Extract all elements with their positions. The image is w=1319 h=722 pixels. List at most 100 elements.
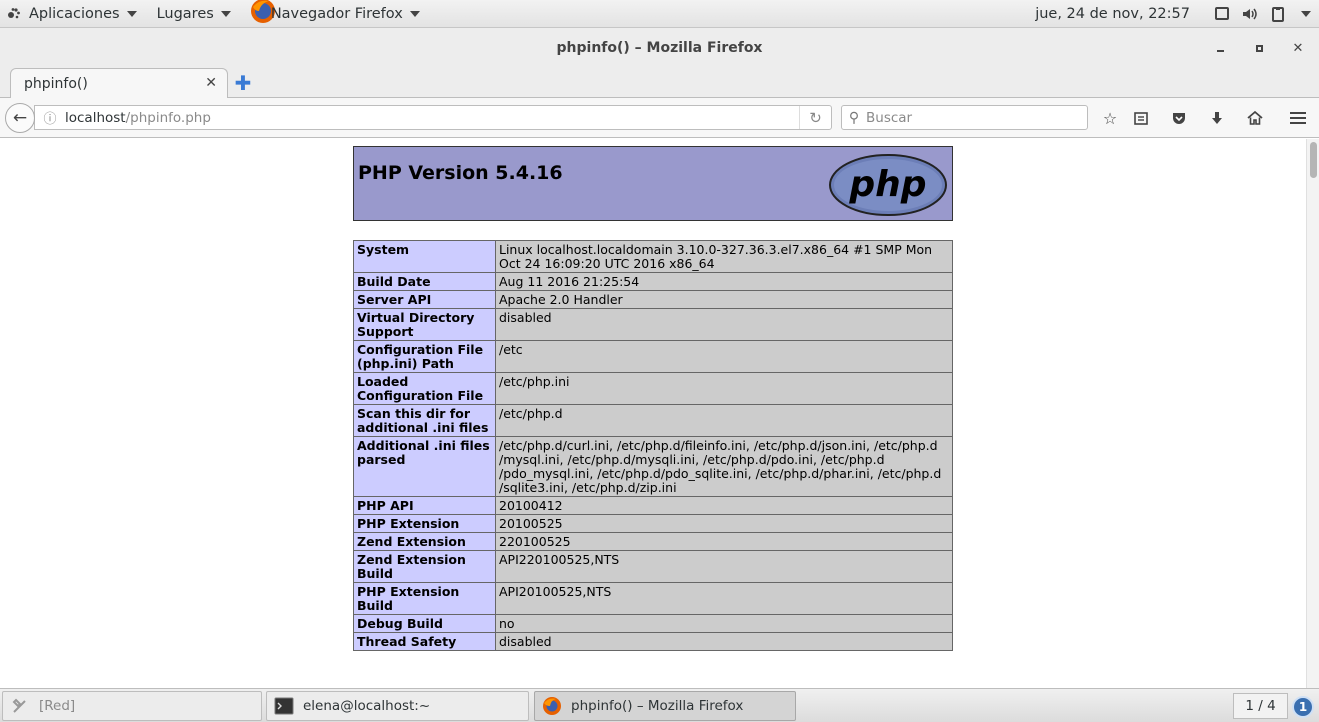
info-key: System — [353, 240, 496, 273]
system-menu-chevron-icon[interactable] — [1301, 11, 1311, 17]
info-row: Debug Build no — [353, 614, 953, 633]
new-tab-button[interactable]: ✚ — [232, 71, 254, 95]
php-info-table: System Linux localhost.localdomain 3.10.0… — [353, 240, 953, 651]
info-value: /etc/php.d — [495, 404, 953, 437]
reading-list-icon[interactable] — [1129, 106, 1153, 130]
info-row: PHP Extension 20100525 — [353, 514, 953, 533]
info-key: Virtual Directory Support — [353, 308, 496, 341]
notification-count: 1 — [1298, 700, 1308, 714]
taskbar-item-label: phpinfo() – Mozilla Firefox — [571, 698, 744, 714]
info-value: Apache 2.0 Handler — [495, 290, 953, 309]
maximize-button[interactable] — [1240, 28, 1278, 68]
info-key: Zend Extension — [353, 532, 496, 551]
close-window-button[interactable]: ✕ — [1279, 28, 1317, 68]
gnome-foot-icon — [8, 7, 20, 18]
info-value: API220100525,NTS — [495, 550, 953, 583]
network-tools-icon — [9, 695, 31, 717]
info-row: Zend Extension 220100525 — [353, 532, 953, 551]
arrow-left-icon: ← — [12, 108, 28, 128]
taskbar-item-firefox[interactable]: phpinfo() – Mozilla Firefox — [534, 691, 796, 721]
notification-badge[interactable]: 1 — [1292, 696, 1314, 718]
info-key: PHP Extension Build — [353, 582, 496, 615]
vertical-scrollbar[interactable] — [1306, 139, 1319, 688]
search-bar[interactable]: ⚲ Buscar — [841, 105, 1088, 130]
info-value: Aug 11 2016 21:25:54 — [495, 272, 953, 291]
info-key: PHP Extension — [353, 514, 496, 533]
top-bar: Aplicaciones Lugares Navegador Firefox j… — [0, 0, 1319, 28]
places-label: Lugares — [156, 5, 214, 22]
back-button[interactable]: ← — [5, 103, 35, 133]
url-path: /phpinfo.php — [125, 109, 211, 126]
display-icon[interactable] — [1214, 6, 1230, 22]
window-titlebar[interactable]: phpinfo() – Mozilla Firefox — [0, 28, 1319, 68]
app-menu-label: Navegador Firefox — [270, 5, 403, 22]
info-icon[interactable]: ⓘ — [35, 108, 65, 127]
close-icon: ✕ — [1292, 40, 1304, 56]
info-row: Server API Apache 2.0 Handler — [353, 290, 953, 309]
info-key: Server API — [353, 290, 496, 309]
search-icon: ⚲ — [848, 109, 860, 126]
info-row: Thread Safety disabled — [353, 632, 953, 651]
info-value: 20100525 — [495, 514, 953, 533]
taskbar-item-network[interactable]: [Red] — [2, 691, 262, 721]
workspace-indicator: 1 / 4 — [1245, 698, 1276, 714]
tab-strip: phpinfo() ✕ ✚ — [0, 68, 1319, 99]
chevron-down-icon — [409, 10, 420, 17]
clipboard-icon[interactable] — [1270, 6, 1286, 22]
php-logo[interactable]: php — [828, 153, 948, 217]
tab-phpinfo[interactable]: phpinfo() ✕ — [10, 68, 228, 99]
pocket-icon[interactable] — [1167, 106, 1191, 130]
info-value: 220100525 — [495, 532, 953, 551]
info-row: Configuration File (php.ini) Path/etc — [353, 340, 953, 373]
applications-menu[interactable]: Aplicaciones — [0, 0, 145, 28]
php-version-heading: PHP Version 5.4.16 — [358, 162, 563, 184]
info-value: /etc — [495, 340, 953, 373]
url-host: localhost — [65, 109, 126, 126]
bookmark-star-icon[interactable]: ☆ — [1098, 106, 1122, 130]
maximize-icon — [1255, 44, 1263, 52]
app-menu[interactable]: Navegador Firefox — [239, 0, 428, 28]
info-row: Loaded Configuration File/etc/php.ini — [353, 372, 953, 405]
info-row: Additional .ini files parsed/etc/php.d/c… — [353, 436, 953, 497]
places-menu[interactable]: Lugares — [145, 0, 239, 28]
home-icon[interactable] — [1243, 106, 1267, 130]
taskbar-item-terminal[interactable]: elena@localhost:~ — [266, 691, 529, 721]
info-value: /etc/php.d/curl.ini, /etc/php.d/fileinfo… — [495, 436, 953, 497]
info-row: PHP Extension Build API20100525,NTS — [353, 582, 953, 615]
menu-hamburger-icon[interactable] — [1286, 106, 1310, 130]
tab-title: phpinfo() — [24, 76, 88, 92]
info-row: Virtual Directory Support disabled — [353, 308, 953, 341]
info-value: Linux localhost.localdomain 3.10.0-327.3… — [495, 240, 953, 273]
info-key: Additional .ini files parsed — [353, 436, 496, 497]
applications-label: Aplicaciones — [29, 5, 120, 22]
close-tab-icon[interactable]: ✕ — [205, 75, 217, 91]
navigation-toolbar: ⓘ localhost/phpinfo.php ↻ ← ⚲ Buscar ☆ — [0, 98, 1319, 138]
plus-icon: ✚ — [234, 71, 252, 95]
info-row: Build Date Aug 11 2016 21:25:54 — [353, 272, 953, 291]
url-bar[interactable]: ⓘ localhost/phpinfo.php ↻ — [34, 105, 832, 130]
chevron-down-icon — [126, 10, 137, 17]
info-key: Build Date — [353, 272, 496, 291]
minimize-button[interactable] — [1201, 28, 1239, 68]
info-key: Loaded Configuration File — [353, 372, 496, 405]
info-row: Scan this dir for additional .ini files /… — [353, 404, 953, 437]
scrollbar-thumb[interactable] — [1310, 142, 1317, 178]
window-list-taskbar: [Red] elena@localhost:~ phpinfo() – Mozi… — [0, 688, 1319, 722]
info-value: API20100525,NTS — [495, 582, 953, 615]
download-icon[interactable] — [1205, 106, 1229, 130]
window-title: phpinfo() – Mozilla Firefox — [556, 40, 763, 56]
terminal-icon — [273, 695, 295, 717]
reload-icon[interactable]: ↻ — [799, 106, 831, 129]
info-key: PHP API — [353, 496, 496, 515]
info-value: no — [495, 614, 953, 633]
info-value: disabled — [495, 308, 953, 341]
page-content: PHP Version 5.4.16 php System Linux local… — [0, 139, 1306, 688]
info-value: /etc/php.ini — [495, 372, 953, 405]
volume-icon[interactable] — [1241, 6, 1259, 22]
workspace-switcher[interactable]: 1 / 4 — [1233, 693, 1288, 719]
php-logo-text: php — [848, 164, 926, 205]
taskbar-item-label: elena@localhost:~ — [303, 698, 431, 714]
info-row: PHP API 20100412 — [353, 496, 953, 515]
info-key: Thread Safety — [353, 632, 496, 651]
clock[interactable]: jue, 24 de nov, 22:57 — [1035, 6, 1190, 22]
